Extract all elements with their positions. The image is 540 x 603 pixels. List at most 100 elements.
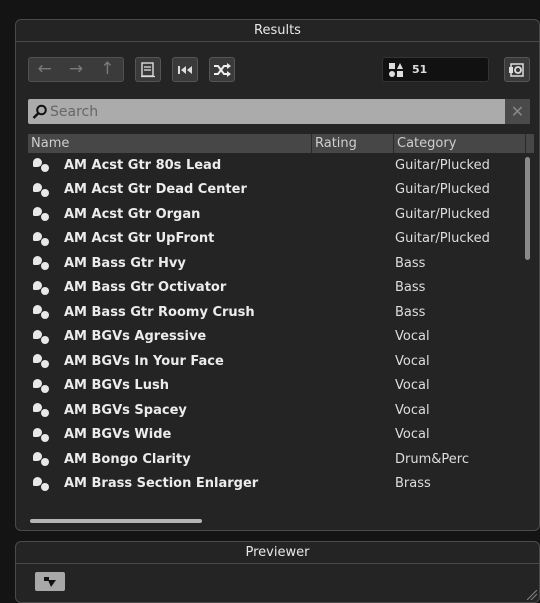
preset-category: Brass	[395, 476, 431, 492]
preset-name-cell: AM Bass Gtr Hvy	[28, 255, 394, 271]
preset-name: AM Bass Gtr Hvy	[64, 255, 186, 271]
preset-category: Guitar/Plucked	[395, 231, 490, 247]
skip-to-start-icon	[178, 65, 192, 74]
preset-name-cell: AM BGVs Lush	[28, 378, 394, 394]
preset-icon	[32, 427, 54, 443]
table-row[interactable]: AM Bongo Clarity Drum&Perc	[28, 447, 534, 472]
result-count-display: 51	[382, 57, 489, 82]
preset-icon	[32, 451, 54, 467]
table-row[interactable]: AM Acst Gtr Organ Guitar/Plucked	[28, 202, 534, 227]
preset-category: Guitar/Plucked	[395, 206, 490, 222]
preset-name-cell: AM Bongo Clarity	[28, 451, 394, 467]
previewer-header: Previewer	[16, 542, 539, 564]
previewer-title: Previewer	[245, 545, 310, 560]
table-row[interactable]: AM Bass Gtr Octivator Bass	[28, 276, 534, 301]
preset-name: AM BGVs Spacey	[64, 402, 187, 418]
preset-name-cell: AM BGVs Spacey	[28, 402, 394, 418]
table-row[interactable]: AM BGVs Wide Vocal	[28, 423, 534, 448]
table-row[interactable]: AM BGVs In Your Face Vocal	[28, 349, 534, 374]
preset-name: AM Acst Gtr UpFront	[64, 231, 215, 247]
preset-name: AM Brass Section Enlarger	[64, 476, 259, 492]
table-header: Name Rating Category	[28, 134, 534, 153]
preset-icon	[32, 329, 54, 345]
preset-category: Vocal	[395, 427, 430, 443]
table-row[interactable]: AM Bass Gtr Roomy Crush Bass	[28, 300, 534, 325]
preset-name-cell: AM Acst Gtr Dead Center	[28, 182, 394, 198]
back-arrow-icon[interactable]: ←	[38, 61, 52, 78]
preset-name-cell: AM BGVs Agressive	[28, 329, 394, 345]
results-table: Name Rating Category AM Acst Gtr 80s Lea…	[28, 134, 534, 506]
preset-name: AM BGVs In Your Face	[64, 353, 224, 369]
preset-name: AM Bass Gtr Roomy Crush	[64, 304, 255, 320]
table-row[interactable]: AM Acst Gtr UpFront Guitar/Plucked	[28, 227, 534, 252]
preset-icon	[32, 476, 54, 492]
shuffle-icon	[214, 62, 231, 77]
preset-icon	[32, 304, 54, 320]
table-row[interactable]: AM Brass Section Enlarger Brass	[28, 472, 534, 497]
column-header-name[interactable]: Name	[28, 134, 312, 153]
preset-category: Vocal	[395, 402, 430, 418]
table-row[interactable]: AM BGVs Agressive Vocal	[28, 325, 534, 350]
results-toolbar: ← → ↑ 51	[16, 42, 539, 104]
vertical-scrollbar[interactable]	[525, 157, 530, 260]
presets-count-icon	[389, 62, 403, 77]
preset-name-cell: AM Bass Gtr Octivator	[28, 280, 394, 296]
column-header-more[interactable]	[526, 134, 534, 153]
gear-icon	[509, 62, 524, 77]
horizontal-scrollbar[interactable]	[30, 519, 202, 523]
preset-name: AM BGVs Lush	[64, 378, 169, 394]
result-count: 51	[412, 63, 428, 76]
preset-category: Bass	[395, 280, 426, 296]
preset-name: AM Acst Gtr 80s Lead	[64, 157, 222, 173]
table-body: AM Acst Gtr 80s Lead Guitar/Plucked AM Acs…	[28, 153, 534, 496]
previewer-panel: Previewer	[15, 541, 540, 603]
preset-icon	[32, 280, 54, 296]
preset-icon	[32, 353, 54, 369]
table-row[interactable]: AM Acst Gtr Dead Center Guitar/Plucked	[28, 178, 534, 203]
table-row[interactable]: AM Bass Gtr Hvy Bass	[28, 251, 534, 276]
resize-grip-icon[interactable]	[525, 588, 537, 600]
document-list-icon	[141, 61, 155, 77]
column-header-category[interactable]: Category	[394, 134, 526, 153]
preset-name-cell: AM Acst Gtr 80s Lead	[28, 157, 394, 173]
navigation-group: ← → ↑	[28, 57, 124, 82]
preset-name: AM Acst Gtr Organ	[64, 206, 201, 222]
search-input[interactable]	[48, 99, 505, 124]
previewer-play-button[interactable]	[35, 572, 65, 591]
preset-icon	[32, 231, 54, 247]
table-row[interactable]: AM Acst Gtr 80s Lead Guitar/Plucked	[28, 153, 534, 178]
preset-name-cell: AM Acst Gtr UpFront	[28, 231, 394, 247]
preset-category: Guitar/Plucked	[395, 157, 490, 173]
settings-button[interactable]	[504, 57, 530, 82]
forward-arrow-icon[interactable]: →	[69, 61, 83, 78]
preset-name: AM Acst Gtr Dead Center	[64, 182, 247, 198]
preset-category: Vocal	[395, 329, 430, 345]
results-panel: Results ← → ↑ 51 Search ✕ Name Rating Ca…	[15, 19, 540, 531]
preset-name: AM Bongo Clarity	[64, 451, 191, 467]
preset-name-cell: AM BGVs In Your Face	[28, 353, 394, 369]
preview-play-icon	[44, 576, 56, 587]
preset-icon	[32, 182, 54, 198]
up-arrow-icon[interactable]: ↑	[100, 61, 114, 78]
search-bar: ✕	[28, 99, 530, 124]
preset-icon	[32, 157, 54, 173]
preset-name-cell: AM Acst Gtr Organ	[28, 206, 394, 222]
filter-view-button[interactable]	[135, 57, 161, 82]
clear-search-icon[interactable]: ✕	[505, 99, 530, 124]
search-icon	[32, 104, 47, 119]
shuffle-button[interactable]	[209, 57, 235, 82]
results-header: Results	[16, 20, 539, 42]
preset-icon	[32, 378, 54, 394]
reset-button[interactable]	[172, 57, 198, 82]
preset-icon	[32, 255, 54, 271]
preset-category: Guitar/Plucked	[395, 182, 490, 198]
preset-icon	[32, 402, 54, 418]
results-title: Results	[254, 23, 301, 38]
preset-category: Bass	[395, 255, 426, 271]
column-header-rating[interactable]: Rating	[312, 134, 394, 153]
preset-category: Bass	[395, 304, 426, 320]
preset-name-cell: AM BGVs Wide	[28, 427, 394, 443]
table-row[interactable]: AM BGVs Spacey Vocal	[28, 398, 534, 423]
table-row[interactable]: AM BGVs Lush Vocal	[28, 374, 534, 399]
preset-category: Vocal	[395, 378, 430, 394]
